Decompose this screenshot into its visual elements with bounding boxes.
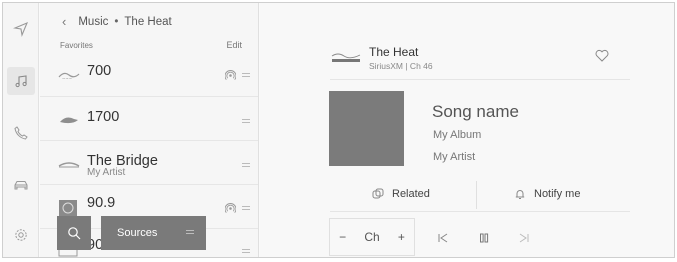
channel-logo-icon xyxy=(331,53,361,62)
nav-rail xyxy=(3,3,39,257)
favorite-item-the-bridge[interactable]: The Bridge My Artist xyxy=(40,141,258,185)
reorder-handle-icon[interactable] xyxy=(242,119,250,125)
channel-up-button[interactable]: + xyxy=(398,230,405,244)
divider xyxy=(330,211,630,212)
breadcrumb-section[interactable]: Music xyxy=(78,16,108,28)
channel-stepper: − Ch + xyxy=(329,218,415,256)
sources-button[interactable]: Sources xyxy=(101,216,206,250)
favorite-item-1700[interactable]: 1700 xyxy=(40,97,258,141)
channel-down-button[interactable]: − xyxy=(339,230,346,244)
related-label: Related xyxy=(392,188,430,200)
channel-info: SiriusXM | Ch 46 xyxy=(369,61,433,71)
breadcrumb-separator: • xyxy=(114,15,119,28)
reorder-handle-icon[interactable] xyxy=(242,206,250,212)
station-logo-icon xyxy=(60,117,78,124)
favorites-label: Favorites xyxy=(60,41,93,50)
phone-icon[interactable] xyxy=(7,119,35,147)
station-logo-icon xyxy=(58,162,80,168)
previous-track-icon[interactable] xyxy=(437,232,449,244)
settings-gear-icon[interactable] xyxy=(7,221,35,249)
reorder-handle-icon[interactable] xyxy=(242,73,250,79)
svg-text:~~~: ~~~ xyxy=(62,76,72,81)
now-playing-panel: The Heat SiriusXM | Ch 46 Song name My A… xyxy=(260,3,674,257)
car-icon[interactable] xyxy=(7,171,35,199)
infotainment-screen: ‹ Music • The Heat Favorites Edit ~~~ 70… xyxy=(2,2,675,258)
reorder-handle-icon xyxy=(186,230,194,236)
search-icon xyxy=(68,227,81,240)
channel-name: The Heat xyxy=(369,45,419,59)
station-name: 1700 xyxy=(87,109,120,125)
favorite-heart-icon[interactable] xyxy=(595,49,609,62)
favorite-item-700[interactable]: ~~~ 700 xyxy=(40,53,258,97)
divider xyxy=(330,79,630,80)
back-chevron-icon[interactable]: ‹ xyxy=(62,14,66,29)
navigation-icon[interactable] xyxy=(7,15,35,43)
channel-label: Ch xyxy=(364,230,380,244)
music-note-icon[interactable] xyxy=(7,67,35,95)
breadcrumb-station: The Heat xyxy=(124,15,172,28)
album-name: My Album xyxy=(433,129,482,141)
broadcast-icon xyxy=(225,70,236,80)
notify-me-label: Notify me xyxy=(534,188,581,200)
action-bar: Related Notify me xyxy=(330,181,630,209)
notify-me-button[interactable]: Notify me xyxy=(514,188,580,200)
album-art xyxy=(329,91,404,166)
broadcast-icon xyxy=(225,203,236,213)
bell-icon xyxy=(515,190,525,199)
station-name: 700 xyxy=(87,63,112,79)
reorder-handle-icon[interactable] xyxy=(242,249,250,255)
next-track-icon[interactable] xyxy=(518,232,530,244)
artist-name: My Artist xyxy=(433,151,476,163)
related-button[interactable]: Related xyxy=(372,188,430,200)
station-logo-icon: ~~~ xyxy=(58,72,80,81)
station-logo-icon xyxy=(59,200,77,216)
breadcrumb: ‹ Music • The Heat xyxy=(62,14,172,29)
station-name: 90.9 xyxy=(87,195,116,211)
divider xyxy=(476,181,477,209)
pause-icon[interactable] xyxy=(478,232,490,244)
station-artist: My Artist xyxy=(87,167,126,178)
reorder-handle-icon[interactable] xyxy=(242,163,250,169)
edit-button[interactable]: Edit xyxy=(226,40,242,50)
song-title: Song name xyxy=(432,102,519,121)
search-button[interactable] xyxy=(57,216,91,250)
sources-label: Sources xyxy=(117,227,158,239)
related-icon xyxy=(372,188,384,199)
